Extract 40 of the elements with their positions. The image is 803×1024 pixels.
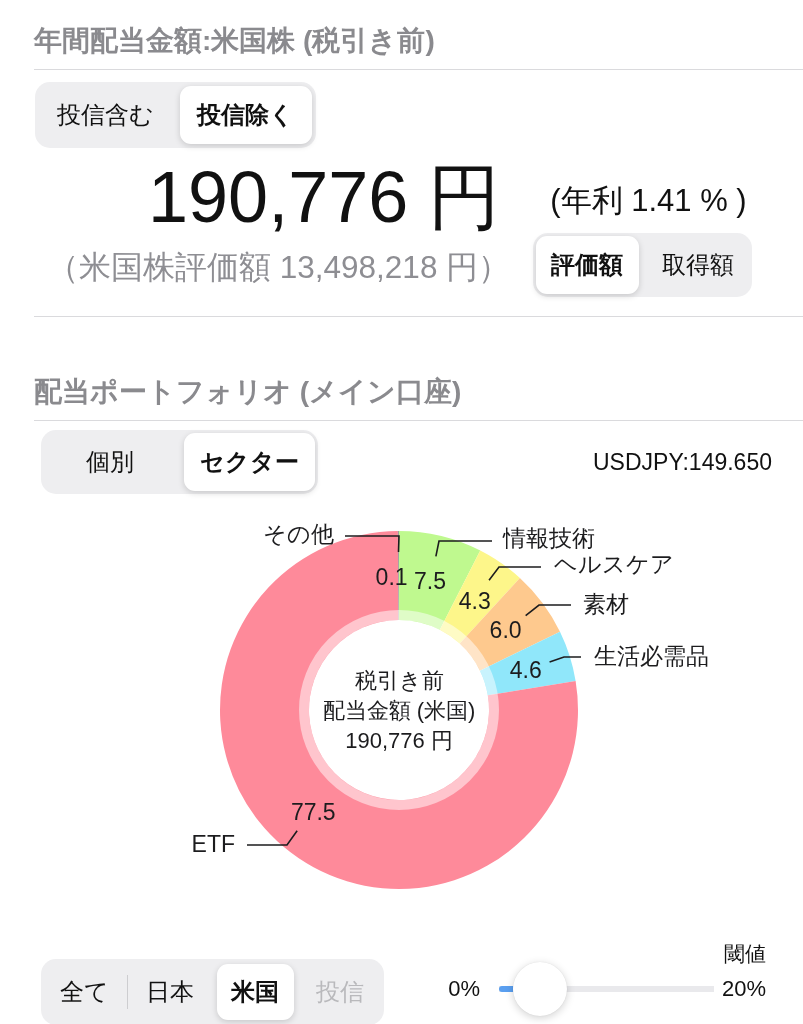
category-label: その他 <box>263 521 334 547</box>
center-label: 190,776 円 <box>345 727 453 753</box>
leader-line <box>344 535 400 553</box>
category-label: 素材 <box>583 591 629 617</box>
slider-label: 閾値 <box>724 943 766 965</box>
leader-line <box>435 540 493 558</box>
leader-line <box>246 830 298 846</box>
yield-text: (年利 1.41 % ) <box>550 183 747 219</box>
leader-line <box>524 604 572 617</box>
leader-line <box>548 656 582 663</box>
value-label: 4.6 <box>509 656 542 683</box>
segment-tab[interactable]: 投信含む <box>39 86 172 144</box>
value-label: 7.5 <box>414 567 447 594</box>
value-label: 6.0 <box>489 617 522 644</box>
center-label: 税引き前 <box>354 667 444 693</box>
segment-tab[interactable]: 評価額 <box>536 236 639 294</box>
segment-tab[interactable]: 取得額 <box>646 236 749 294</box>
value-label: 77.5 <box>290 798 336 825</box>
section-title: 年間配当金額:米国株 (税引き前) <box>34 24 436 58</box>
exchange-rate: USDJPY:149.650 <box>593 448 772 476</box>
dividend-amount: 190,776 円 <box>148 159 501 235</box>
leader-line <box>488 566 542 581</box>
section-title: 配当ポートフォリオ (メイン口座) <box>34 375 463 409</box>
segment-tab[interactable]: 個別 <box>44 433 176 491</box>
category-label: 生活必需品 <box>594 643 709 669</box>
slider-max-label: 20% <box>721 976 766 1002</box>
category-label: 情報技術 <box>503 525 595 551</box>
center-label: 配当金額 (米国) <box>322 697 476 723</box>
category-label: ETF <box>191 831 235 857</box>
segment-tab[interactable]: 全て <box>46 964 124 1020</box>
segment-tab[interactable]: 日本 <box>131 964 209 1020</box>
category-label: ヘルスケア <box>554 551 674 577</box>
slider-min-label: 0% <box>448 976 480 1002</box>
value-label: 0.1 <box>375 564 408 590</box>
value-label: 4.3 <box>458 587 491 614</box>
segment-tab[interactable]: 投信除く <box>179 86 312 144</box>
slider-thumb[interactable] <box>513 962 568 1016</box>
segment-tab[interactable]: 米国 <box>216 964 294 1020</box>
valuation-text: （米国株評価額 13,498,218 円） <box>47 248 511 286</box>
segment-tab[interactable]: セクター <box>183 433 315 491</box>
